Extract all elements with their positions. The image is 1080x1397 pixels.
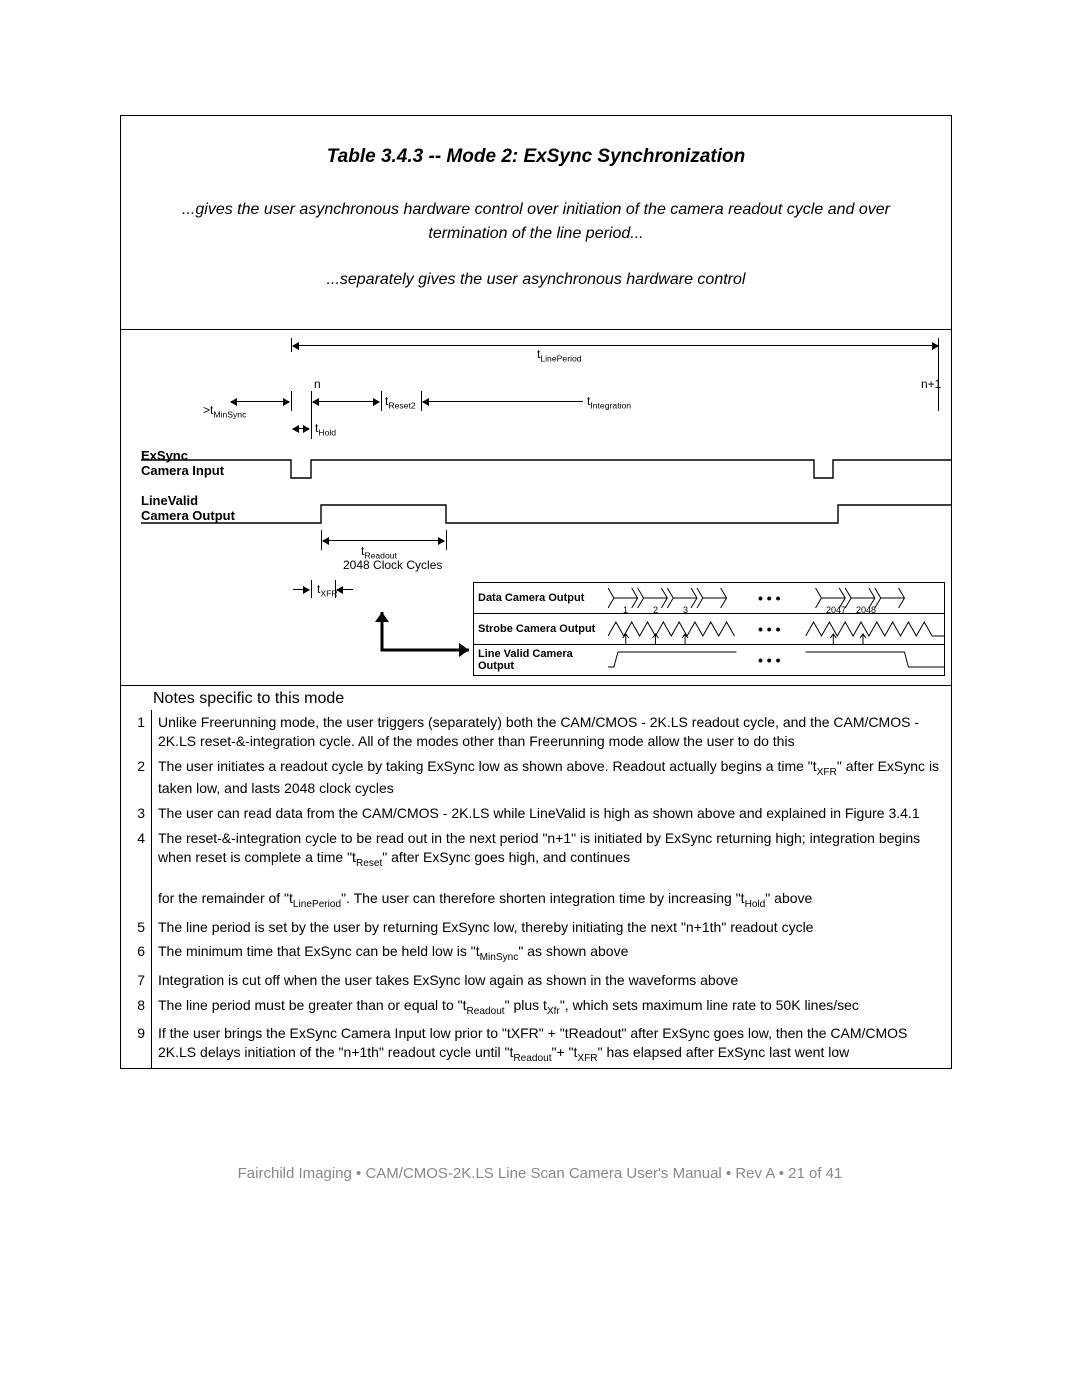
note-text: Integration is cut off when the user tak… [152,968,952,993]
note-text: Unlike Freerunning mode, the user trigge… [152,710,952,754]
table-subtitle-1: ...gives the user asynchronous hardware … [141,198,931,246]
page-footer: Fairchild Imaging • CAM/CMOS-2K.LS Line … [0,1165,1080,1182]
note-text: The line period must be greater than or … [152,993,952,1021]
label-data-output: Data Camera Output [474,592,608,604]
note-row: 1Unlike Freerunning mode, the user trigg… [121,710,951,754]
note-text: The user initiates a readout cycle by ta… [152,754,952,801]
table-subtitle-2: ...separately gives the user asynchronou… [141,271,931,289]
label-strobe-output: Strobe Camera Output [474,623,608,635]
note-number: 6 [121,939,152,967]
note-number: 8 [121,993,152,1021]
note-number: 5 [121,915,152,940]
signal-strobe: • • • [608,614,944,644]
signal-data: • • • 1 2 3 2047 2048 [608,583,944,613]
note-number: 4 [121,826,152,915]
detail-row-linevalid: Line Valid Camera Output • • • [474,644,944,675]
note-row: 3The user can read data from the CAM/CMO… [121,801,951,826]
note-number: 9 [121,1021,152,1068]
note-row: 9If the user brings the ExSync Camera In… [121,1021,951,1068]
note-row: 8The line period must be greater than or… [121,993,951,1021]
note-number: 7 [121,968,152,993]
note-number: 1 [121,710,152,754]
table-header: Table 3.4.3 -- Mode 2: ExSync Synchroniz… [121,116,951,330]
notes-table: 1Unlike Freerunning mode, the user trigg… [121,710,951,1068]
detail-box: Data Camera Output • • • 1 2 3 2047 2048 [473,582,945,676]
signal-linevalid: • • • [608,645,944,675]
table-box: Table 3.4.3 -- Mode 2: ExSync Synchroniz… [120,115,952,1069]
note-row: 2The user initiates a readout cycle by t… [121,754,951,801]
label-linevalid-output: Line Valid Camera Output [474,648,608,672]
note-text: The line period is set by the user by re… [152,915,952,940]
notes-header: Notes specific to this mode [121,686,951,710]
note-row: 4The reset-&-integration cycle to be rea… [121,826,951,915]
note-text: The user can read data from the CAM/CMOS… [152,801,952,826]
page: Table 3.4.3 -- Mode 2: ExSync Synchroniz… [0,0,1080,1397]
note-number: 2 [121,754,152,801]
detail-row-data: Data Camera Output • • • 1 2 3 2047 2048 [474,583,944,613]
note-text: If the user brings the ExSync Camera Inp… [152,1021,952,1068]
table-title: Table 3.4.3 -- Mode 2: ExSync Synchroniz… [141,146,931,168]
detail-row-strobe: Strobe Camera Output • • • [474,613,944,644]
note-row: 6The minimum time that ExSync can be hel… [121,939,951,967]
note-text: The reset-&-integration cycle to be read… [152,826,952,915]
note-row: 7Integration is cut off when the user ta… [121,968,951,993]
note-number: 3 [121,801,152,826]
note-row: 5The line period is set by the user by r… [121,915,951,940]
note-text: The minimum time that ExSync can be held… [152,939,952,967]
timing-diagram: tLinePeriod n n+1 >tMinSync tReset2 tInt… [121,330,951,686]
